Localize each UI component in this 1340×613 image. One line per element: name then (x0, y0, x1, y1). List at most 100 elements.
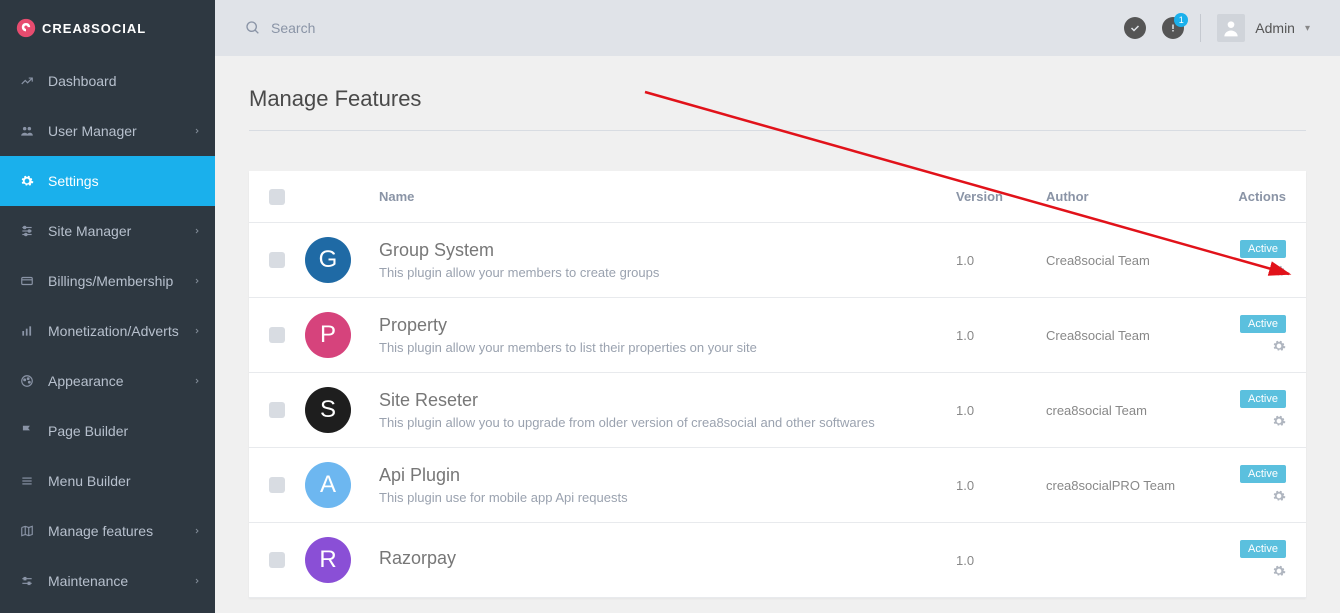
table-row: G Group System This plugin allow your memb… (249, 223, 1306, 298)
table-row: R Razorpay 1.0 Active (249, 523, 1306, 598)
chart-icon (18, 324, 36, 338)
plugin-desc: This plugin use for mobile app Api reque… (379, 490, 936, 505)
status-badge: Active (1240, 465, 1286, 483)
sidebar-item-label: Site Manager (48, 223, 131, 239)
plugin-author: crea8socialPRO Team (1046, 478, 1226, 493)
plugin-version: 1.0 (956, 553, 1046, 568)
sidebar-item-label: Settings (48, 173, 99, 189)
plugin-version: 1.0 (956, 478, 1046, 493)
plugin-version: 1.0 (956, 403, 1046, 418)
sidebar-item-settings[interactable]: Settings (0, 156, 215, 206)
status-badge: Active (1240, 540, 1286, 558)
chevron-right-icon (193, 373, 201, 389)
brand[interactable]: CREA8SOCIAL (0, 0, 215, 56)
check-circle-icon[interactable] (1124, 17, 1146, 39)
gear-icon (18, 174, 36, 188)
col-name: Name (379, 189, 956, 204)
plugin-version: 1.0 (956, 253, 1046, 268)
row-settings-button[interactable] (1272, 339, 1286, 356)
plugin-author: Crea8social Team (1046, 328, 1226, 343)
sidebar-item-user-manager[interactable]: User Manager (0, 106, 215, 156)
palette-icon (18, 374, 36, 388)
row-checkbox[interactable] (269, 552, 285, 568)
col-version: Version (956, 189, 1046, 204)
chevron-right-icon (193, 223, 201, 239)
sidebar-item-monetization-adverts[interactable]: Monetization/Adverts (0, 306, 215, 356)
topbar: 1 Admin ▾ (215, 0, 1340, 56)
logo-icon (16, 18, 36, 38)
plugin-desc: This plugin allow you to upgrade from ol… (379, 415, 936, 430)
sidebar-item-label: Monetization/Adverts (48, 323, 179, 339)
status-badge: Active (1240, 315, 1286, 333)
flag-icon (18, 424, 36, 438)
plugin-avatar: A (305, 462, 351, 508)
select-all-checkbox[interactable] (269, 189, 285, 205)
main-content: Manage Features Name Version Author Acti… (215, 56, 1340, 613)
sidebar-item-dashboard[interactable]: Dashboard (0, 56, 215, 106)
chevron-right-icon (193, 123, 201, 139)
sidebar-item-menu-builder[interactable]: Menu Builder (0, 456, 215, 506)
row-settings-button[interactable] (1272, 489, 1286, 506)
sidebar-item-label: Billings/Membership (48, 273, 173, 289)
notifications-button[interactable]: 1 (1162, 17, 1184, 39)
sidebar-item-label: Appearance (48, 373, 124, 389)
plugin-name: Property (379, 315, 936, 336)
wrench-icon (18, 574, 36, 588)
table-header: Name Version Author Actions (249, 171, 1306, 223)
table-row: AApi PluginThis plugin use for mobile ap… (249, 448, 1306, 523)
sidebar-item-label: Dashboard (48, 73, 117, 89)
sidebar-item-label: Maintenance (48, 573, 128, 589)
plugin-avatar: G (305, 237, 351, 283)
plugin-avatar: P (305, 312, 351, 358)
status-badge: Active (1240, 240, 1286, 258)
col-actions: Actions (1226, 189, 1306, 204)
gear-icon (1272, 339, 1286, 353)
row-settings-button[interactable] (1272, 264, 1286, 281)
plugin-avatar: S (305, 387, 351, 433)
avatar (1217, 14, 1245, 42)
sidebar-item-label: Page Builder (48, 423, 128, 439)
sidebar-item-page-builder[interactable]: Page Builder (0, 406, 215, 456)
sidebar-item-label: Menu Builder (48, 473, 131, 489)
chevron-down-icon: ▾ (1305, 23, 1310, 34)
plugin-author: Crea8social Team (1046, 253, 1226, 268)
row-checkbox[interactable] (269, 252, 285, 268)
sidebar: CREA8SOCIAL Dashboard User Manager Setting… (0, 0, 215, 613)
row-checkbox[interactable] (269, 477, 285, 493)
row-settings-button[interactable] (1272, 564, 1286, 581)
sidebar-item-appearance[interactable]: Appearance (0, 356, 215, 406)
gear-icon (1272, 564, 1286, 578)
sidebar-item-site-manager[interactable]: Site Manager (0, 206, 215, 256)
row-settings-button[interactable] (1272, 414, 1286, 431)
dashboard-icon (18, 74, 36, 88)
menu-icon (18, 474, 36, 488)
col-author: Author (1046, 189, 1226, 204)
sidebar-item-billings-membership[interactable]: Billings/Membership (0, 256, 215, 306)
search-input[interactable] (271, 20, 571, 36)
user-menu[interactable]: Admin ▾ (1217, 14, 1310, 42)
map-icon (18, 524, 36, 538)
features-table: Name Version Author Actions G Group Syste… (249, 171, 1306, 598)
row-checkbox[interactable] (269, 402, 285, 418)
table-row: P Property This plugin allow your members … (249, 298, 1306, 373)
plugin-name: Site Reseter (379, 390, 936, 411)
notif-badge: 1 (1174, 13, 1188, 27)
plugin-avatar: R (305, 537, 351, 583)
chevron-right-icon (193, 573, 201, 589)
sidebar-item-maintenance[interactable]: Maintenance (0, 556, 215, 606)
divider (1200, 14, 1201, 42)
plugin-author: crea8social Team (1046, 403, 1226, 418)
plugin-name: Razorpay (379, 548, 936, 569)
row-checkbox[interactable] (269, 327, 285, 343)
plugin-name: Group System (379, 240, 936, 261)
table-row: S Site Reseter This plugin allow you to up… (249, 373, 1306, 448)
gear-icon (1272, 414, 1286, 428)
plugin-desc: This plugin allow your members to list t… (379, 340, 936, 355)
sidebar-item-manage-features[interactable]: Manage features (0, 506, 215, 556)
sidebar-item-label: Manage features (48, 523, 153, 539)
chevron-right-icon (193, 323, 201, 339)
search[interactable] (245, 20, 571, 36)
gear-icon (1272, 489, 1286, 503)
plugin-desc: This plugin allow your members to create… (379, 265, 936, 280)
chevron-right-icon (193, 523, 201, 539)
